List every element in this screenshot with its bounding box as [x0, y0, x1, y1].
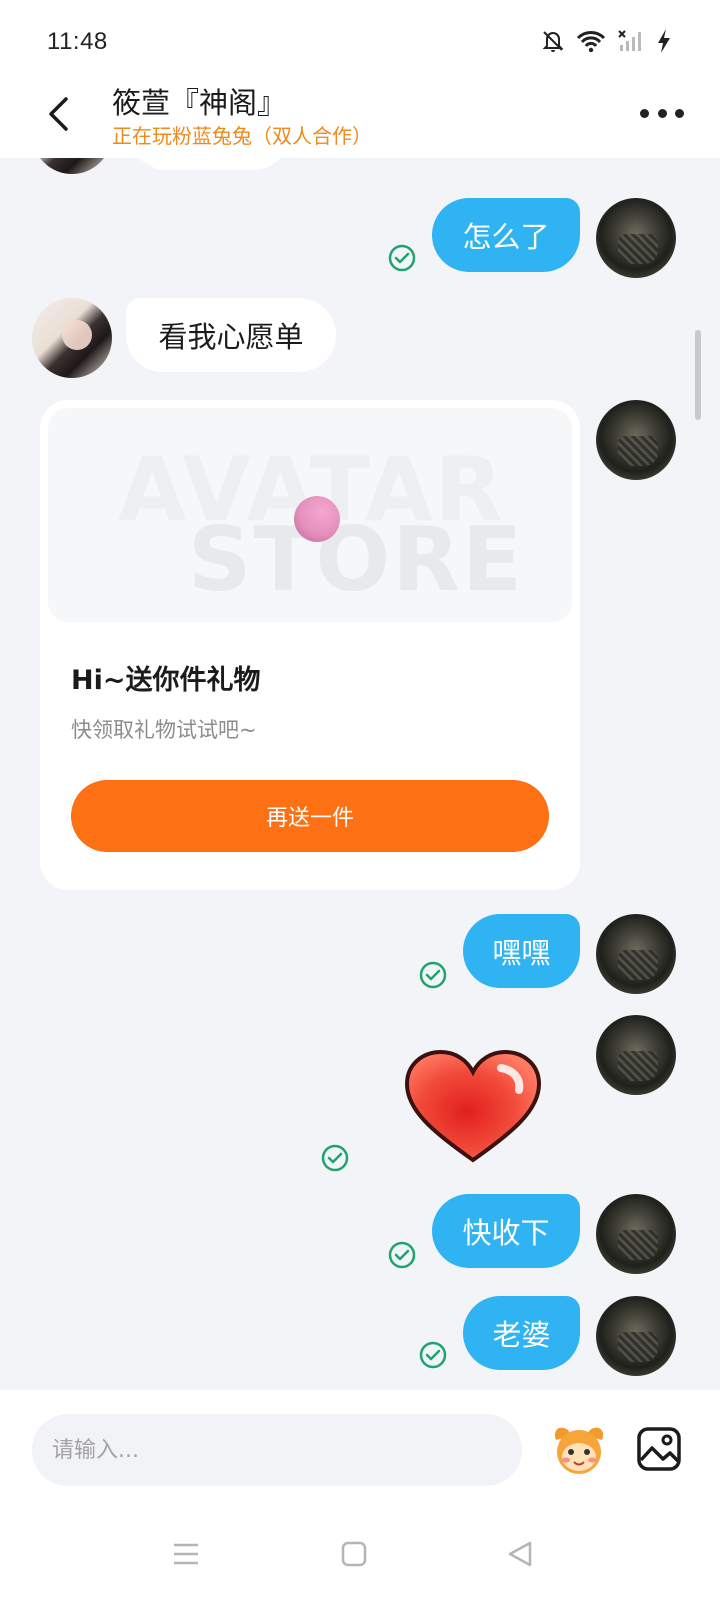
wifi-icon [576, 29, 606, 53]
read-check-icon [419, 1341, 447, 1369]
back-arrow-icon [49, 97, 68, 131]
message-bubble-partial [130, 158, 290, 170]
home-button[interactable] [336, 1536, 372, 1572]
image-icon[interactable] [636, 1426, 682, 1472]
back-button[interactable] [38, 92, 78, 136]
gift-description: 快领取礼物试试吧~ [71, 718, 257, 742]
back-triangle-icon [508, 1541, 532, 1567]
system-nav-bar [0, 1510, 720, 1600]
emoji-mascot-icon[interactable] [550, 1420, 608, 1478]
chat-subtitle[interactable]: 正在玩粉蓝兔兔（双人合作） [112, 120, 372, 149]
banner-watermark: STORE [188, 508, 525, 611]
chat-header: 筱萱『神阁』 正在玩粉蓝兔兔（双人合作） [0, 80, 720, 158]
back-nav-button[interactable] [502, 1536, 538, 1572]
other-avatar[interactable] [32, 158, 112, 174]
message-bubble[interactable]: 快收下 [432, 1194, 580, 1268]
home-square-icon [341, 1541, 367, 1567]
read-check-icon [388, 244, 416, 272]
my-avatar[interactable] [596, 1296, 676, 1376]
gift-title: Hi~送你件礼物 [71, 665, 261, 696]
gift-banner: AVATAR STORE [48, 408, 572, 622]
my-avatar[interactable] [596, 198, 676, 278]
read-check-icon [388, 1241, 416, 1269]
my-avatar[interactable] [596, 1194, 676, 1274]
message-bubble[interactable]: 老婆 [463, 1296, 580, 1370]
status-time: 11:48 [47, 28, 108, 55]
more-button[interactable] [640, 98, 684, 128]
heart-sticker-icon[interactable] [403, 1048, 543, 1168]
menu-button[interactable] [168, 1536, 204, 1572]
my-avatar[interactable] [596, 914, 676, 994]
message-bubble[interactable]: 怎么了 [432, 198, 580, 272]
other-avatar[interactable] [32, 298, 112, 378]
chat-title: 筱萱『神阁』 [112, 86, 287, 120]
my-avatar[interactable] [596, 400, 676, 480]
scrollbar-thumb[interactable] [695, 330, 701, 420]
message-bubble[interactable]: 嘿嘿 [463, 914, 580, 988]
message-list[interactable]: 怎么了 看我心愿单 AVATAR STORE Hi~送你件礼物 快领取礼物试试吧… [0, 158, 720, 1390]
status-icons [542, 28, 672, 54]
my-avatar[interactable] [596, 1015, 676, 1095]
read-check-icon [321, 1144, 349, 1172]
menu-icon [174, 1543, 198, 1565]
mute-bell-icon [542, 29, 564, 53]
charging-icon [656, 28, 672, 54]
signal-icon [618, 29, 644, 53]
message-bubble[interactable]: 看我心愿单 [126, 298, 336, 372]
gift-card[interactable]: AVATAR STORE Hi~送你件礼物 快领取礼物试试吧~ 再送一件 [40, 400, 580, 890]
read-check-icon [419, 961, 447, 989]
gift-ball-icon [294, 496, 340, 542]
input-bar [0, 1390, 720, 1510]
message-input[interactable] [32, 1414, 522, 1486]
status-bar: 11:48 [0, 0, 720, 80]
send-another-button[interactable]: 再送一件 [71, 780, 549, 852]
more-dots-icon [640, 108, 649, 118]
